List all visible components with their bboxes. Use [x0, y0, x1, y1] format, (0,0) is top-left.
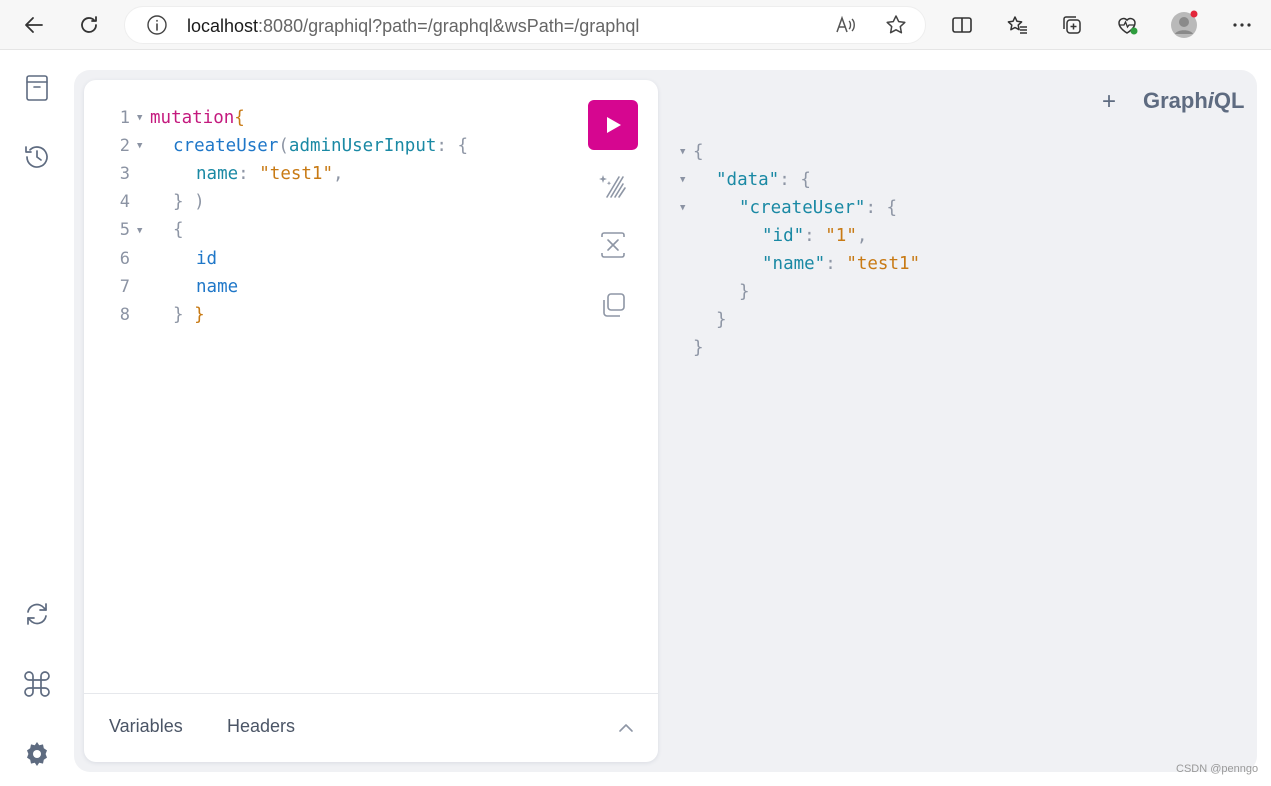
- profile-avatar[interactable]: [1169, 10, 1199, 40]
- settings-icon[interactable]: [21, 738, 53, 770]
- result-line-4: "id": "1",: [762, 222, 867, 250]
- code-line-6: id: [196, 249, 218, 269]
- fold-arrow-icon[interactable]: ▼: [137, 226, 142, 236]
- brace: {: [457, 136, 469, 156]
- result-line-7: }: [716, 310, 727, 330]
- colon: :: [865, 198, 876, 218]
- code-line-4: } ): [173, 192, 205, 212]
- fold-arrow-icon[interactable]: ▼: [680, 175, 685, 185]
- argument-name: adminUserInput: [288, 136, 437, 156]
- brace: }: [173, 305, 184, 325]
- line-number: 8: [119, 305, 130, 325]
- json-key: "createUser": [739, 198, 866, 218]
- history-icon[interactable]: [21, 141, 53, 173]
- browser-toolbar: localhost:8080/graphiql?path=/graphql&ws…: [0, 0, 1271, 50]
- json-key: "name": [762, 254, 826, 274]
- copy-query-icon[interactable]: [596, 288, 630, 322]
- result-line-3: "createUser": {: [739, 194, 897, 222]
- paren: (: [278, 136, 289, 156]
- refetch-schema-icon[interactable]: [21, 598, 53, 630]
- brace: }: [194, 305, 205, 325]
- comma: ,: [333, 164, 344, 184]
- performance-icon[interactable]: [1112, 10, 1142, 40]
- line-number: 3: [119, 164, 130, 184]
- line-number: 5: [119, 220, 130, 240]
- address-bar[interactable]: localhost:8080/graphiql?path=/graphql&ws…: [124, 6, 926, 44]
- info-icon[interactable]: [142, 10, 172, 40]
- tab-headers[interactable]: Headers: [227, 716, 295, 737]
- colon: :: [436, 136, 447, 156]
- add-tab-button[interactable]: +: [1098, 88, 1120, 116]
- json-value: "test1": [846, 254, 921, 274]
- brace: {: [800, 170, 811, 190]
- editor-footer-divider: [84, 693, 658, 694]
- code-line-1: mutation{: [150, 104, 245, 132]
- logo-suffix: QL: [1213, 88, 1245, 113]
- code-line-5: {: [173, 220, 184, 240]
- merge-fragments-icon[interactable]: [596, 228, 630, 262]
- chevron-up-icon[interactable]: [616, 718, 636, 738]
- result-line-8: }: [693, 338, 704, 358]
- favorites-icon[interactable]: [1002, 10, 1032, 40]
- prettify-icon[interactable]: [596, 168, 630, 202]
- favorite-star-icon[interactable]: [881, 10, 911, 40]
- result-line-2: "data": {: [716, 166, 811, 194]
- fold-arrow-icon[interactable]: ▼: [137, 113, 142, 123]
- collections-icon[interactable]: [1057, 10, 1087, 40]
- result-line-6: }: [739, 282, 750, 302]
- code-line-3: name: "test1",: [196, 160, 344, 188]
- back-icon[interactable]: [19, 10, 49, 40]
- colon: :: [779, 170, 790, 190]
- json-key: "data": [716, 170, 780, 190]
- string-value: "test1": [259, 164, 334, 184]
- colon: :: [825, 254, 836, 274]
- query-editor-panel: [84, 80, 658, 762]
- line-number: 1: [119, 108, 130, 128]
- fold-arrow-icon[interactable]: ▼: [137, 141, 142, 151]
- argument-name: name: [196, 164, 239, 184]
- field-name: createUser: [173, 136, 279, 156]
- refresh-icon[interactable]: [74, 10, 104, 40]
- line-number: 4: [119, 192, 130, 212]
- line-number: 2: [119, 136, 130, 156]
- code-line-8: } }: [173, 301, 205, 329]
- url-text: localhost:8080/graphiql?path=/graphql&ws…: [187, 16, 639, 37]
- code-line-7: name: [196, 277, 239, 297]
- line-number: 7: [119, 277, 130, 297]
- colon: :: [804, 226, 815, 246]
- url-path: :8080/graphiql?path=/graphql&wsPath=/gra…: [258, 16, 640, 36]
- json-key: "id": [762, 226, 805, 246]
- fold-arrow-icon[interactable]: ▼: [680, 147, 685, 157]
- watermark: CSDN @penngo: [1176, 763, 1259, 775]
- line-number: 6: [119, 249, 130, 269]
- code-line-2: createUser(adminUserInput: {: [173, 132, 468, 160]
- json-value: "1": [825, 226, 857, 246]
- split-screen-icon[interactable]: [947, 10, 977, 40]
- url-host: localhost: [187, 16, 259, 36]
- colon: :: [238, 164, 249, 184]
- keyword: mutation: [150, 108, 235, 128]
- logo-prefix: Graph: [1143, 88, 1208, 113]
- docs-icon[interactable]: [21, 72, 53, 104]
- comma: ,: [856, 226, 868, 246]
- execute-query-button[interactable]: [588, 100, 638, 150]
- brace: {: [886, 198, 898, 218]
- result-line-5: "name": "test1": [762, 250, 920, 278]
- play-icon: [607, 117, 621, 133]
- graphiql-logo: GraphiQL: [1143, 88, 1244, 114]
- fold-arrow-icon[interactable]: ▼: [680, 203, 685, 213]
- tab-variables[interactable]: Variables: [109, 716, 183, 737]
- more-icon[interactable]: [1227, 10, 1257, 40]
- result-line-1: {: [693, 142, 704, 162]
- read-aloud-icon[interactable]: [831, 10, 861, 40]
- brace: {: [234, 108, 245, 128]
- shortcuts-icon[interactable]: [21, 668, 53, 700]
